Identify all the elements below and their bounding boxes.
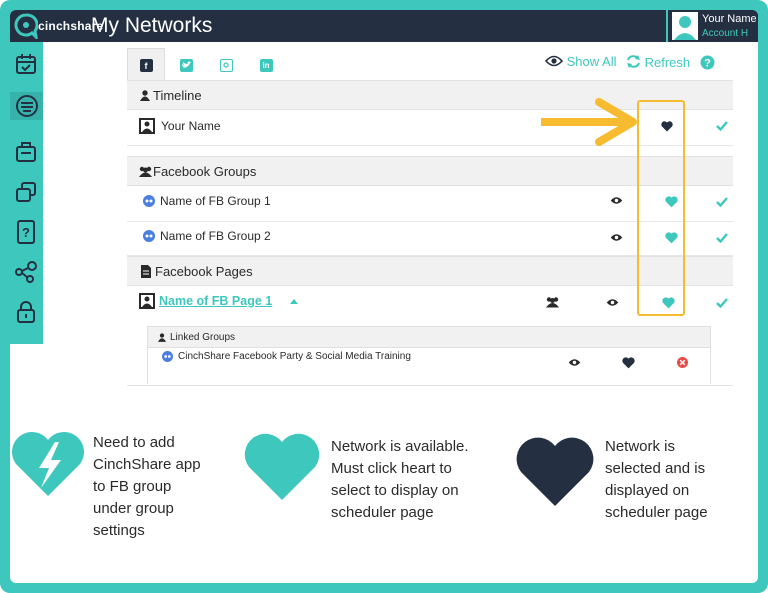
page-title: My Networks	[91, 14, 213, 37]
remove-button[interactable]	[677, 357, 688, 368]
sidebar-item-lock[interactable]	[12, 298, 40, 326]
broken-heart-icon	[12, 432, 84, 496]
linked-group-name: CinchShare Facebook Party & Social Media…	[178, 351, 411, 362]
heart-available-icon	[244, 433, 320, 500]
check-icon	[716, 298, 728, 308]
share-nodes-icon	[15, 261, 37, 283]
account-link[interactable]: Account H	[702, 28, 748, 39]
eye-icon	[610, 234, 623, 241]
check-icon	[716, 233, 728, 243]
section-title: Timeline	[153, 88, 202, 103]
briefcase-icon	[16, 142, 36, 162]
question-circle-icon: ?	[700, 55, 715, 70]
status-check	[716, 121, 728, 131]
top-bar: cinchshare My Networks Your Name Account…	[10, 10, 758, 42]
legend-item-1: Need to add CinchShare app to FB group u…	[93, 434, 201, 539]
show-all-label: Show All	[566, 54, 617, 69]
facebook-icon: f	[139, 59, 153, 72]
list-item: CinchShare Facebook Party & Social Media…	[148, 348, 710, 384]
app-window: cinchshare My Networks Your Name Account…	[10, 10, 758, 583]
sidebar: ?	[10, 42, 43, 344]
lock-icon	[17, 301, 35, 323]
close-circle-icon	[677, 357, 688, 368]
heart-selected-icon	[516, 437, 594, 506]
eye-icon	[610, 197, 623, 204]
tab-linkedin[interactable]: in	[247, 48, 285, 82]
legend-item-2: Network is available. Must click heart t…	[331, 438, 469, 521]
account-name: Your Name	[702, 13, 757, 25]
fb-group-icon	[143, 230, 155, 242]
profile-box-icon	[139, 293, 155, 309]
sidebar-item-share[interactable]	[12, 258, 40, 286]
refresh-button[interactable]: Refresh	[626, 54, 690, 74]
chevron-up-icon[interactable]	[290, 298, 299, 304]
sidebar-item-help[interactable]: ?	[12, 218, 40, 246]
fb-group-icon	[162, 351, 173, 362]
heart-toggle[interactable]	[622, 357, 635, 369]
users-icon	[139, 166, 152, 177]
linked-groups-box: Linked Groups CinchShare Facebook Party …	[147, 326, 711, 384]
check-icon	[716, 121, 728, 131]
row-name: Name of FB Group 1	[160, 194, 271, 208]
section-title: Facebook Pages	[155, 264, 253, 279]
calendar-icon	[16, 54, 36, 74]
linked-groups-toggle[interactable]	[545, 296, 560, 308]
svg-text:?: ?	[22, 225, 30, 240]
cinchshare-logo[interactable]: cinchshare	[14, 13, 103, 42]
user-avatar-icon	[674, 16, 696, 40]
refresh-icon	[627, 55, 640, 68]
account-menu[interactable]: Your Name Account H	[666, 10, 758, 42]
tab-twitter[interactable]	[167, 48, 205, 82]
networks-icon	[15, 95, 38, 117]
view-toggle[interactable]	[610, 196, 623, 205]
legend-item-3: Network is selected and is displayed on …	[605, 438, 708, 521]
instagram-icon	[219, 58, 233, 72]
help-button[interactable]: ?	[700, 55, 715, 75]
view-toggle[interactable]	[568, 358, 581, 367]
eye-icon	[544, 55, 564, 67]
tab-instagram[interactable]	[207, 48, 245, 82]
user-icon	[140, 90, 150, 101]
refresh-label: Refresh	[644, 55, 691, 70]
help-card-icon: ?	[17, 220, 35, 244]
sidebar-item-briefcase[interactable]	[12, 138, 40, 166]
row-name: Name of FB Group 2	[160, 229, 271, 243]
status-check	[716, 298, 728, 308]
eye-icon	[568, 359, 581, 366]
sidebar-item-copy[interactable]	[12, 178, 40, 206]
eye-icon	[606, 299, 619, 306]
view-toggle[interactable]	[610, 233, 623, 242]
avatar[interactable]	[672, 12, 698, 40]
svg-text:?: ?	[704, 58, 711, 70]
heart-selected-icon	[622, 357, 635, 369]
tab-facebook[interactable]: f	[127, 48, 165, 82]
annotation-arrow-icon	[541, 98, 637, 146]
heart-column-highlight	[637, 100, 685, 316]
profile-box-icon	[139, 118, 155, 134]
row-name: Your Name	[161, 119, 221, 133]
logo-mark-icon	[14, 13, 39, 42]
sidebar-item-calendar[interactable]	[12, 50, 40, 78]
page-link[interactable]: Name of FB Page 1	[159, 294, 272, 308]
document-icon	[141, 265, 151, 278]
status-check	[716, 197, 728, 207]
linked-groups-title: Linked Groups	[170, 332, 236, 343]
show-all-button[interactable]: Show All	[544, 54, 617, 74]
linkedin-icon: in	[259, 58, 273, 72]
user-icon	[158, 333, 166, 342]
sidebar-item-networks[interactable]	[10, 92, 43, 120]
check-icon	[716, 197, 728, 207]
copy-icon	[16, 182, 36, 202]
twitter-icon	[179, 58, 193, 72]
users-icon	[546, 297, 559, 308]
status-check	[716, 233, 728, 243]
linked-groups-header: Linked Groups	[148, 327, 710, 348]
section-title: Facebook Groups	[153, 164, 257, 179]
view-toggle[interactable]	[606, 298, 619, 307]
fb-group-icon	[143, 195, 155, 207]
